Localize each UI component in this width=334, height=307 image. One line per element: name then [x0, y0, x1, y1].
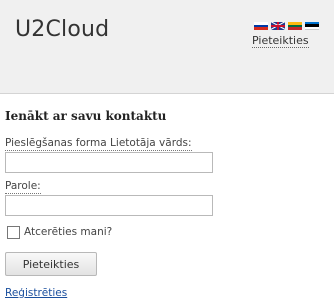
- estonian-flag-icon[interactable]: [305, 22, 319, 30]
- form-title: Ienākt ar savu kontaktu: [5, 109, 167, 123]
- header: U2Cloud Pieteikties: [0, 0, 334, 94]
- language-selector: [254, 22, 319, 31]
- username-input[interactable]: [5, 152, 213, 173]
- brand-logo-text: U2Cloud: [15, 17, 110, 42]
- english-flag-icon[interactable]: [271, 22, 285, 30]
- remember-me-checkbox[interactable]: [7, 226, 20, 239]
- username-label: Pieslēgšanas forma Lietotāja vārds:: [5, 137, 192, 151]
- register-link[interactable]: Reģistrēties: [5, 287, 67, 299]
- password-input[interactable]: [5, 195, 213, 216]
- lithuanian-flag-icon[interactable]: [288, 22, 302, 31]
- password-label: Parole:: [5, 180, 41, 194]
- russian-flag-icon[interactable]: [254, 22, 268, 31]
- login-button[interactable]: Pieteikties: [5, 252, 97, 276]
- remember-me-label[interactable]: Atcerēties mani?: [24, 226, 112, 239]
- header-login-link[interactable]: Pieteikties: [252, 35, 309, 48]
